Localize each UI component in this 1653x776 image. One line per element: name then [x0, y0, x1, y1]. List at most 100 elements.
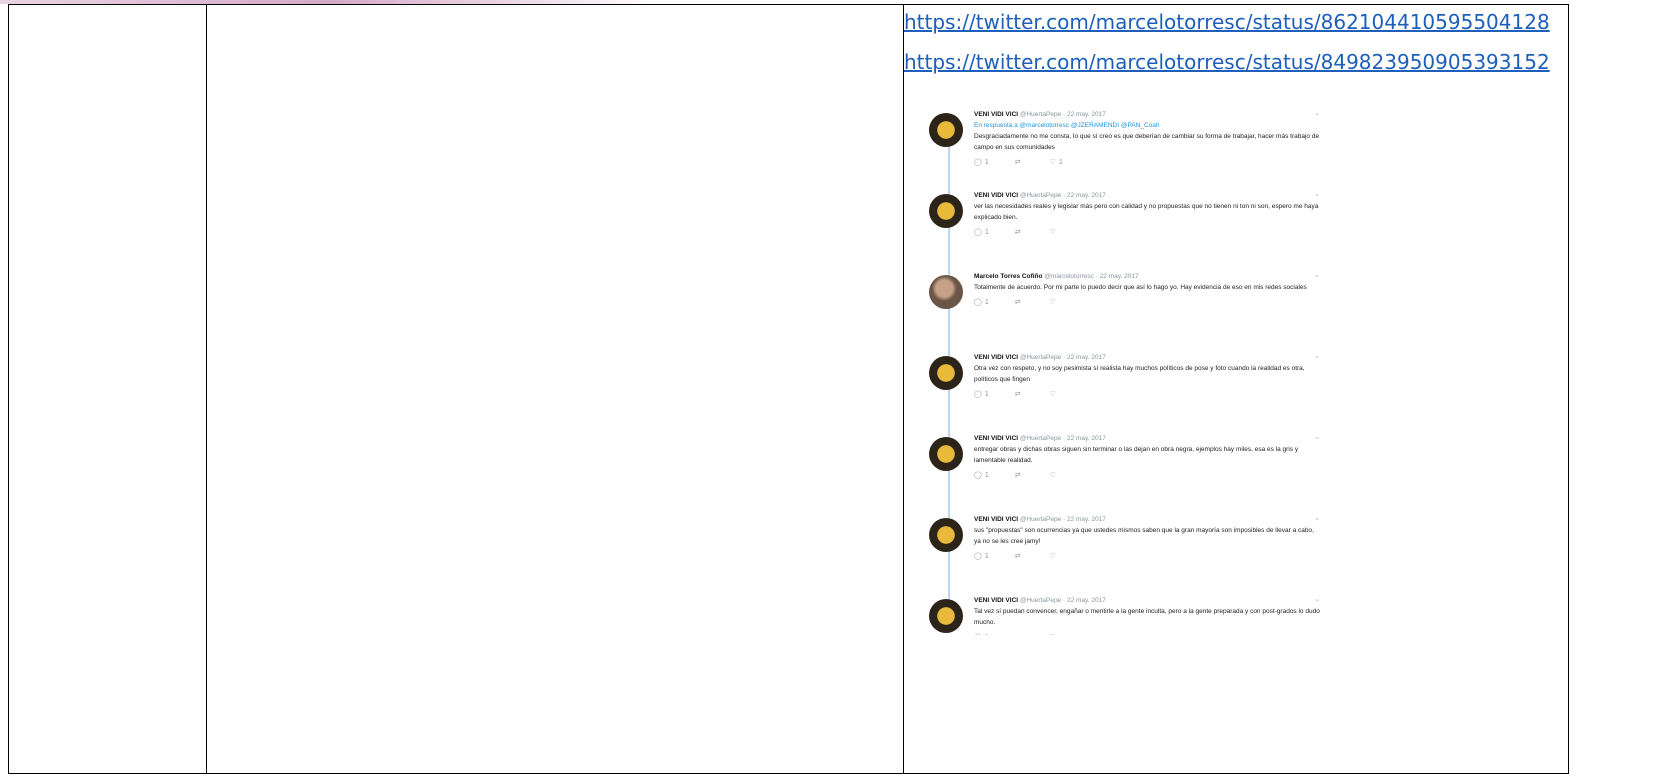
retweet-button[interactable]: ⇄ — [1015, 551, 1024, 562]
tweet-text: sus "propuestas" son ocurrencias ya que … — [974, 527, 1314, 545]
tweet-body: VENI VIDI VICI @HuertaPepe · 22 may. 201… — [974, 514, 1320, 562]
tweet: ⌄ VENI VIDI VICI @HuertaPepe · 22 may. 20… — [926, 350, 1326, 431]
tweet-body: VENI VIDI VICI @HuertaPepe · 22 may. 201… — [974, 352, 1320, 400]
tweet-reply-to[interactable]: En respuesta a @marcelotorresc @JZERAMEN… — [974, 120, 1320, 131]
avatar[interactable] — [929, 356, 963, 390]
tweet-action-count: 1 — [985, 632, 989, 635]
retweet-icon: ⇄ — [1014, 553, 1021, 560]
avatar[interactable] — [929, 437, 963, 471]
reply-icon: ◯ — [974, 299, 982, 306]
retweet-icon: ⇄ — [1014, 391, 1021, 398]
retweet-button[interactable]: ⇄ — [1015, 632, 1024, 635]
tweet-date[interactable]: 22 may. 2017 — [1067, 516, 1106, 523]
tweet-actions: ◯1 ⇄ ♡ — [974, 632, 1320, 635]
retweet-button[interactable]: ⇄ — [1015, 227, 1024, 238]
document-table: https://twitter.com/marcelotorresc/statu… — [8, 4, 1569, 774]
tweet-action-count: 1 — [1058, 159, 1063, 166]
tweet-action-count: 1 — [984, 159, 989, 166]
tweet-actions: ◯1 ⇄ ♡ — [974, 389, 1320, 400]
tweet-text: ver las necesidades reales y legislar má… — [974, 203, 1319, 221]
like-button[interactable]: ♡ — [1050, 297, 1059, 308]
reply-icon: ◯ — [974, 632, 982, 635]
tweet-body: VENI VIDI VICI @HuertaPepe · 22 may. 201… — [974, 109, 1320, 168]
tweet-actions: ◯1 ⇄ ♡ — [974, 470, 1320, 481]
like-icon: ♡ — [1049, 299, 1056, 306]
tweet-header: VENI VIDI VICI @HuertaPepe · 22 may. 201… — [974, 514, 1320, 525]
tweet-date[interactable]: 22 may. 2017 — [1067, 192, 1106, 199]
tweet-author-handle: @HuertaPepe · — [1018, 192, 1067, 199]
tweet-actions: ◯1 ⇄ ♡ — [974, 551, 1320, 562]
tweet-header: Marcelo Torres Cofiño @marcelotorresc · … — [974, 271, 1320, 282]
like-icon: ♡ — [1050, 632, 1056, 635]
tweet-author-handle: @HuertaPepe · — [1018, 516, 1067, 523]
like-button[interactable]: ♡ — [1050, 227, 1059, 238]
retweet-icon: ⇄ — [1014, 229, 1021, 236]
avatar[interactable] — [929, 194, 963, 228]
tweet: ⌄ VENI VIDI VICI @HuertaPepe · 22 may. 20… — [926, 593, 1326, 635]
retweet-button[interactable]: ⇄ — [1015, 297, 1024, 308]
retweet-button[interactable]: ⇄ — [1015, 157, 1024, 168]
tweet-text: Totalmente de acuerdo. Por mi parte lo p… — [974, 284, 1307, 291]
retweet-button[interactable]: ⇄ — [1015, 389, 1024, 400]
retweet-icon: ⇄ — [1015, 632, 1021, 635]
tweet-text: Desgraciadamente no me consta, lo que sí… — [974, 133, 1320, 151]
tweet-author-handle: @HuertaPepe · — [1018, 111, 1067, 118]
reply-button[interactable]: ◯1 — [974, 297, 989, 308]
like-icon: ♡ — [1049, 159, 1056, 166]
tweet-date[interactable]: 22 may. 2017 — [1067, 354, 1106, 361]
tweet-header: VENI VIDI VICI @HuertaPepe · 22 may. 201… — [974, 190, 1320, 201]
tweet-date[interactable]: 22 may. 2017 — [1067, 435, 1106, 442]
table-row: https://twitter.com/marcelotorresc/statu… — [8, 4, 1569, 774]
reply-icon: ◯ — [974, 229, 982, 236]
tweet-action-count: 1 — [984, 391, 989, 398]
reply-button[interactable]: ◯1 — [974, 551, 989, 562]
tweet-action-count: 1 — [984, 553, 989, 560]
tweet-action-count: 1 — [984, 229, 989, 236]
like-button[interactable]: ♡ — [1050, 632, 1059, 635]
avatar[interactable] — [929, 113, 963, 147]
tweet-action-count: 1 — [984, 299, 989, 306]
reply-button[interactable]: ◯1 — [974, 470, 989, 481]
tweet-author-name[interactable]: VENI VIDI VICI — [974, 111, 1018, 118]
tweet-header: VENI VIDI VICI @HuertaPepe · 22 may. 201… — [974, 433, 1320, 444]
like-button[interactable]: ♡ — [1050, 389, 1059, 400]
reply-icon: ◯ — [974, 159, 982, 166]
tweet-link-1[interactable]: https://twitter.com/marcelotorresc/statu… — [904, 5, 1568, 39]
tweet-author-name[interactable]: Marcelo Torres Cofiño — [974, 273, 1043, 280]
like-icon: ♡ — [1049, 229, 1056, 236]
tweet-actions: ◯1 ⇄ ♡ — [974, 227, 1320, 238]
tweet: ⌄ Marcelo Torres Cofiño @marcelotorresc ·… — [926, 269, 1326, 350]
tweet-header: VENI VIDI VICI @HuertaPepe · 22 may. 201… — [974, 595, 1320, 606]
like-icon: ♡ — [1049, 472, 1056, 479]
like-button[interactable]: ♡ — [1050, 551, 1059, 562]
retweet-icon: ⇄ — [1014, 299, 1021, 306]
tweet-author-name[interactable]: VENI VIDI VICI — [974, 192, 1018, 199]
tweet-date[interactable]: 22 may. 2017 — [1100, 273, 1139, 280]
tweet-action-count: 1 — [984, 472, 989, 479]
tweet: ⌄ VENI VIDI VICI @HuertaPepe · 22 may. 20… — [926, 512, 1326, 593]
table-cell-evidence: https://twitter.com/marcelotorresc/statu… — [903, 4, 1569, 774]
reply-button[interactable]: ◯1 — [974, 389, 989, 400]
tweet-author-name[interactable]: VENI VIDI VICI — [974, 435, 1018, 442]
avatar[interactable] — [929, 275, 963, 309]
tweet-author-name[interactable]: VENI VIDI VICI — [974, 354, 1018, 361]
tweet-author-name[interactable]: VENI VIDI VICI — [974, 516, 1018, 523]
like-button[interactable]: ♡ — [1050, 470, 1059, 481]
tweet-body: Marcelo Torres Cofiño @marcelotorresc · … — [974, 271, 1320, 308]
avatar[interactable] — [929, 518, 963, 552]
tweet-author-name[interactable]: VENI VIDI VICI — [974, 597, 1018, 604]
twitter-thread-screenshot: ⌄ VENI VIDI VICI @HuertaPepe · 22 may. 20… — [926, 107, 1326, 635]
tweet-link-2[interactable]: https://twitter.com/marcelotorresc/statu… — [904, 45, 1568, 79]
like-icon: ♡ — [1049, 391, 1056, 398]
avatar[interactable] — [929, 599, 963, 633]
tweet-author-handle: @HuertaPepe · — [1018, 354, 1067, 361]
like-button[interactable]: ♡ 1 — [1050, 157, 1063, 168]
reply-button[interactable]: ◯1 — [974, 157, 989, 168]
retweet-button[interactable]: ⇄ — [1015, 470, 1024, 481]
reply-button[interactable]: ◯1 — [974, 632, 989, 635]
reply-button[interactable]: ◯1 — [974, 227, 989, 238]
tweet-date[interactable]: 22 may. 2017 — [1067, 597, 1106, 604]
tweet-date[interactable]: 22 may. 2017 — [1067, 111, 1106, 118]
retweet-icon: ⇄ — [1014, 159, 1021, 166]
table-cell-empty-2 — [206, 4, 904, 774]
